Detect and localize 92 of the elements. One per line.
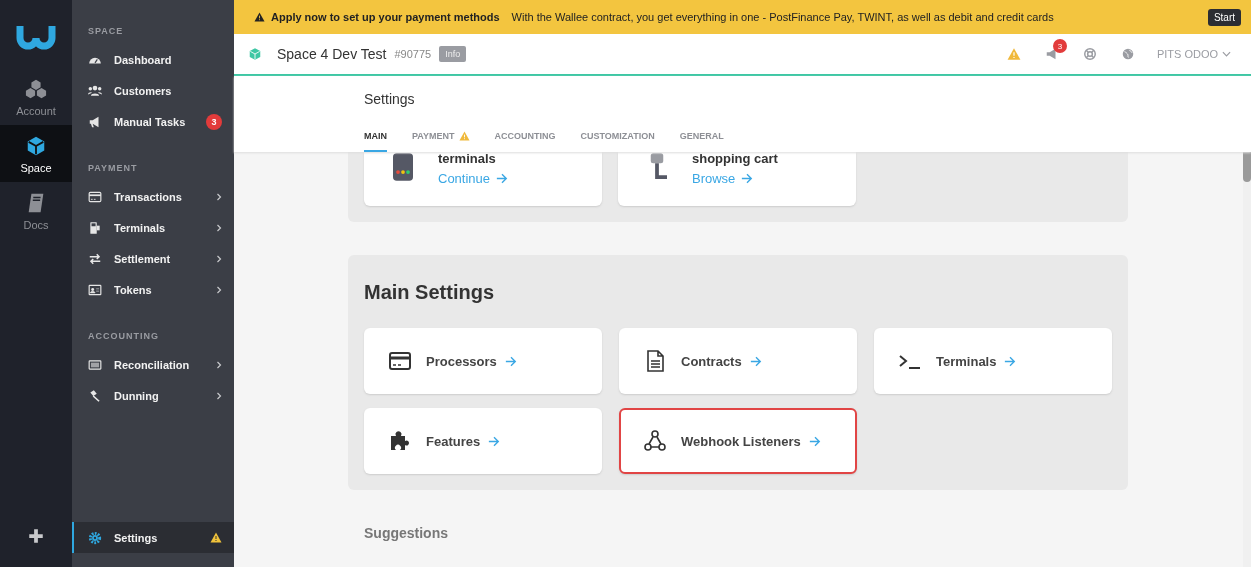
puzzle-icon [388, 429, 412, 453]
settings-icon [88, 530, 102, 545]
nav-label: Settlement [114, 252, 172, 265]
settings-card[interactable]: Terminals [874, 328, 1112, 394]
card-label: Webhook Listeners [681, 433, 801, 449]
ledger-icon [88, 357, 102, 372]
rail-label: Space [20, 162, 52, 174]
add-icon[interactable] [27, 527, 45, 545]
page-title: Settings [364, 91, 416, 107]
nav-item[interactable]: Reconciliation [72, 349, 234, 380]
count-badge: 3 [1052, 39, 1067, 53]
nav-label: Dashboard [114, 53, 173, 66]
tab-label: PAYMENT [412, 131, 455, 141]
arrow-right-icon [741, 173, 754, 184]
section-heading: ACCOUNTING [87, 331, 160, 341]
id-card-icon [88, 282, 102, 297]
tab-label: MAIN [364, 131, 387, 141]
card-title: shopping cart [692, 152, 778, 166]
nav-label: Terminals [114, 221, 167, 234]
arrow-right-icon [488, 435, 501, 447]
nav-item[interactable]: Transactions [72, 181, 234, 212]
nav-label: Transactions [114, 190, 183, 203]
arrow-right-icon [749, 355, 762, 367]
settings-card[interactable]: Features [364, 408, 602, 474]
nav-label: Settings [114, 531, 159, 544]
warning-icon[interactable] [1006, 47, 1021, 61]
arrow-right-icon [808, 435, 821, 447]
credit-card-icon [388, 349, 412, 373]
settings-card[interactable]: Webhook Listeners [619, 408, 857, 474]
nav-label: Customers [114, 84, 173, 97]
card-label: Processors [426, 353, 497, 369]
card-label: Terminals [936, 353, 997, 369]
nav-label: Manual Tasks [114, 115, 187, 128]
nav-item[interactable]: Settlement [72, 243, 234, 274]
nav-item[interactable]: Customers [72, 75, 234, 106]
nav-item[interactable]: Tokens [72, 274, 234, 305]
section-heading: SPACE [87, 26, 125, 36]
webhook-icon [643, 429, 667, 453]
section-title: Suggestions [364, 525, 449, 541]
cubes-icon [25, 78, 47, 100]
banner-title: Apply now to set up your payment methods [271, 11, 500, 23]
rail-item[interactable]: Docs [0, 182, 72, 239]
space-id: #90775 [394, 48, 432, 60]
scrollbar[interactable] [1243, 152, 1251, 567]
nav-item[interactable]: Dashboard [72, 44, 234, 75]
tab-label: ACCOUNTING [494, 131, 556, 141]
megaphone-icon[interactable] [1044, 47, 1059, 61]
settings-card[interactable]: Processors [364, 328, 602, 394]
start-button[interactable]: Start [1207, 8, 1241, 26]
credit-card-icon [88, 189, 102, 204]
card-label: Features [426, 433, 481, 449]
nav-item[interactable]: Terminals [72, 212, 234, 243]
chevron-down-icon [1222, 51, 1231, 57]
card-title: terminals [438, 152, 497, 166]
chevron-right-icon [216, 391, 222, 400]
nav-item[interactable]: Manual Tasks 3 [72, 106, 234, 137]
globe-icon[interactable] [1120, 47, 1135, 61]
settings-nav-item[interactable]: Settings [72, 522, 234, 553]
section-title: Main Settings [364, 281, 495, 304]
chevron-right-icon [216, 285, 222, 294]
rail-item[interactable]: Account [0, 68, 72, 125]
arrow-right-icon [496, 173, 509, 184]
users-icon [88, 83, 102, 98]
megaphone-icon [88, 114, 102, 129]
chevron-right-icon [216, 223, 222, 232]
space-name: Space 4 Dev Test [277, 46, 387, 62]
tab-label: CUSTOMIZATION [580, 131, 655, 141]
gavel-icon [88, 388, 102, 403]
rail-label: Docs [23, 219, 49, 231]
nav-item[interactable]: Dunning [72, 380, 234, 411]
section-heading: PAYMENT [87, 163, 139, 173]
lifebuoy-icon[interactable] [1082, 47, 1097, 61]
nav-label: Reconciliation [114, 358, 191, 371]
rail-label: Account [16, 105, 56, 117]
transfer-arrows-icon [88, 251, 102, 266]
warning-icon [254, 12, 265, 22]
nav-label: Dunning [114, 389, 160, 402]
count-badge: 3 [206, 113, 222, 130]
terminal-device-icon [88, 220, 102, 235]
arrow-right-icon [1004, 355, 1017, 367]
chevron-right-icon [216, 254, 222, 263]
cube-icon [25, 135, 47, 157]
nav-label: Tokens [114, 283, 153, 296]
banner-message: With the Wallee contract, you get everything in one - PostFinance Pay, TWINT, as well as debit and credit cards [511, 11, 1055, 23]
tab-label: GENERAL [679, 131, 724, 141]
arrow-right-icon [504, 355, 517, 367]
rail-item[interactable]: Space [0, 125, 72, 182]
chevron-right-icon [216, 192, 222, 201]
settings-card[interactable]: Contracts [619, 328, 857, 394]
card-label: Contracts [681, 353, 742, 369]
chevron-right-icon [216, 360, 222, 369]
cube-icon [248, 47, 262, 61]
